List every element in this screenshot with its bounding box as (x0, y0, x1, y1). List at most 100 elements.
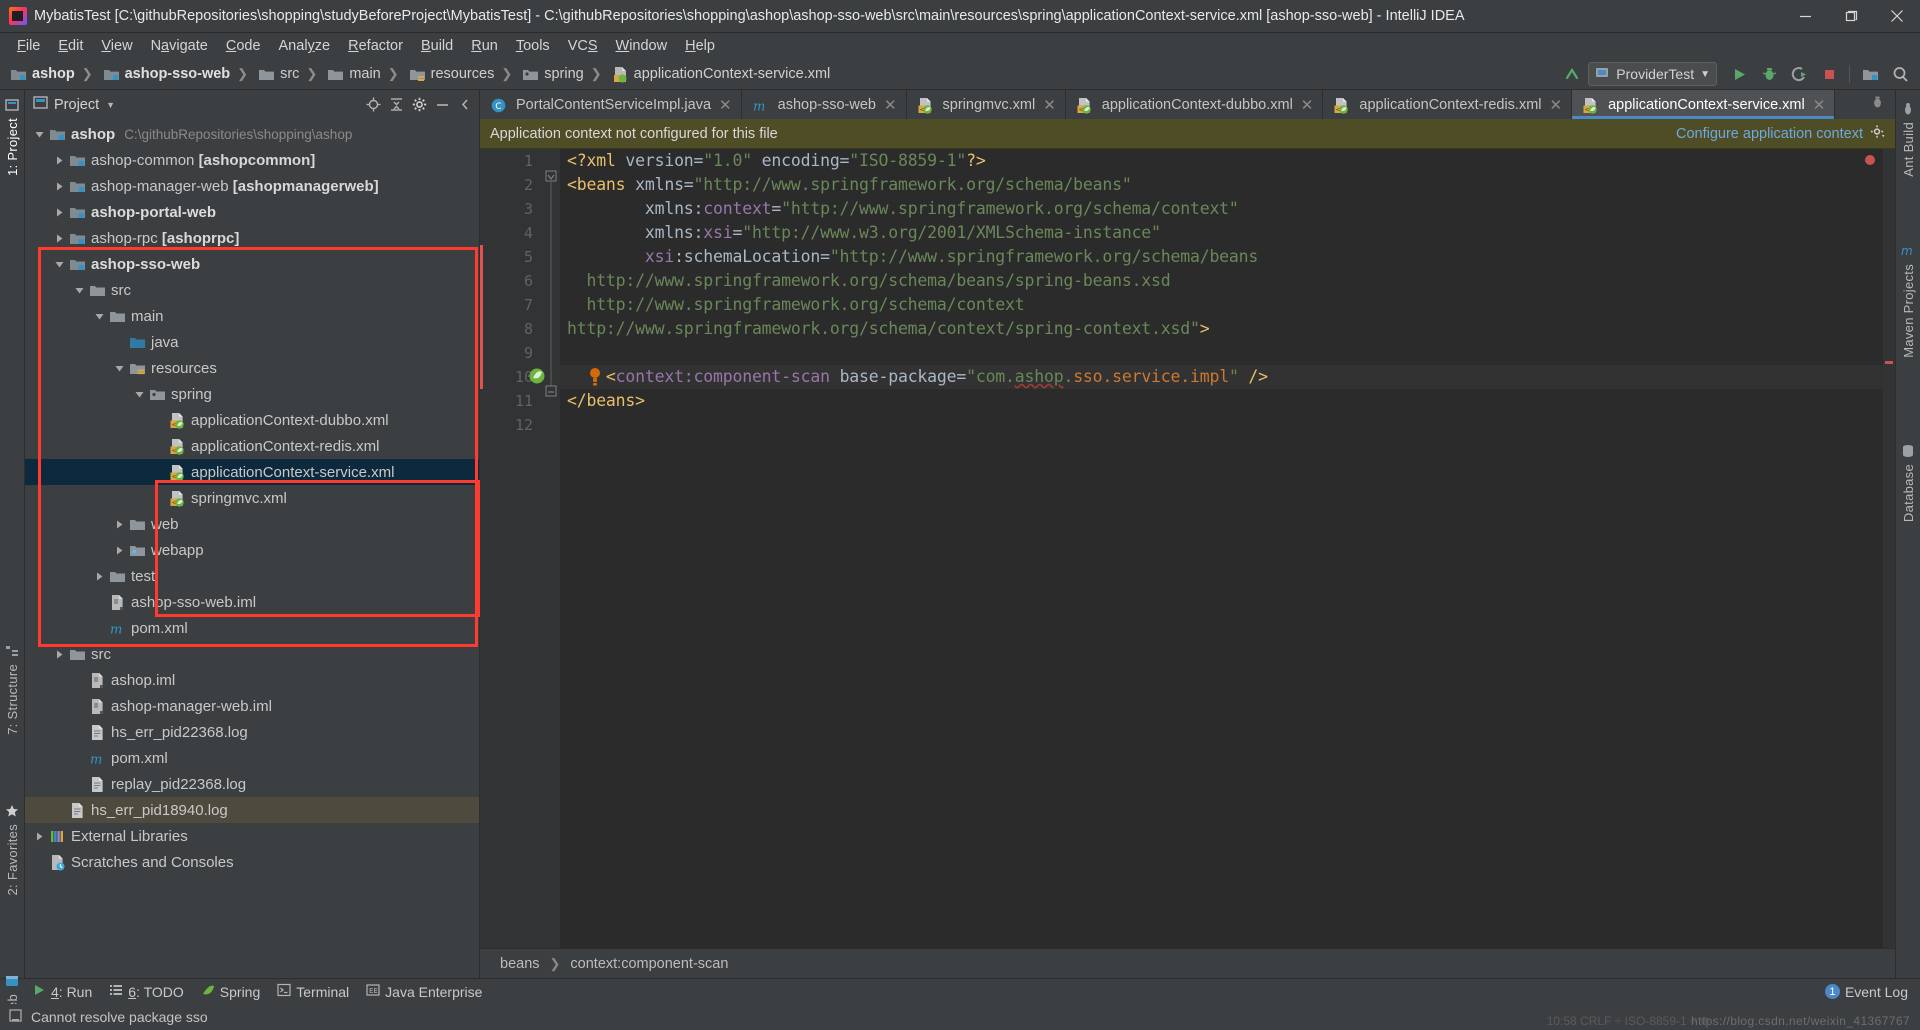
menu-window[interactable]: Window (607, 35, 677, 57)
editor-tab[interactable]: m ashop-sso-web ✕ (741, 90, 907, 119)
tree-row[interactable]: webapp (25, 537, 479, 563)
menu-build[interactable]: Build (412, 35, 462, 57)
tree-toggle-right-icon[interactable] (53, 154, 66, 167)
tree-row[interactable]: ashop-manager-web.iml (25, 693, 479, 719)
tree-toggle-down-icon[interactable] (73, 284, 86, 297)
tree-row[interactable]: ashop-rpc [ashoprpc] (25, 225, 479, 251)
close-tab-icon[interactable]: ✕ (1813, 96, 1826, 114)
breadcrumb-resources[interactable]: resources ❯ (405, 62, 519, 86)
breadcrumb-ashop[interactable]: ashop ❯ (6, 62, 99, 86)
tree-toggle-down-icon[interactable] (93, 310, 106, 323)
menu-refactor[interactable]: Refactor (339, 35, 412, 57)
tool-window-button[interactable]: Spring (197, 983, 273, 1001)
collapse-all-icon[interactable] (386, 95, 406, 115)
breadcrumb-component-scan[interactable]: context:component-scan (570, 956, 728, 972)
close-tab-icon[interactable]: ✕ (719, 96, 732, 114)
editor-tab[interactable]: <> springmvc.xml ✕ (906, 90, 1066, 119)
menu-view[interactable]: View (92, 35, 141, 57)
tree-row[interactable]: ashop-sso-web (25, 251, 479, 277)
debug-button[interactable] (1755, 61, 1783, 87)
close-tab-icon[interactable]: ✕ (1301, 96, 1314, 114)
tree-row[interactable]: spring (25, 381, 479, 407)
fold-gutter[interactable] (542, 149, 560, 948)
project-structure-button[interactable] (1856, 61, 1884, 87)
tree-row[interactable]: java (25, 329, 479, 355)
tree-toggle-right-icon[interactable] (53, 648, 66, 661)
tree-toggle-right-icon[interactable] (93, 570, 106, 583)
tree-row[interactable]: replay_pid22368.log (25, 771, 479, 797)
tree-row[interactable]: External Libraries (25, 823, 479, 849)
tree-toggle-down-icon[interactable] (33, 128, 46, 141)
update-project-icon[interactable] (1558, 61, 1586, 87)
menu-vcs[interactable]: VCS (559, 35, 607, 57)
tree-row[interactable]: ashop-manager-web [ashopmanagerweb] (25, 173, 479, 199)
inspection-bulb-icon[interactable] (588, 367, 602, 387)
tree-row[interactable]: test (25, 563, 479, 589)
run-button[interactable] (1725, 61, 1753, 87)
tool-window-button[interactable]: EE Java Enterprise (362, 983, 495, 1001)
tool-window-button[interactable]: 6: TODO (105, 983, 197, 1001)
tree-toggle-right-icon[interactable] (33, 830, 46, 843)
close-tab-icon[interactable]: ✕ (1550, 96, 1563, 114)
locate-icon[interactable] (363, 95, 383, 115)
tree-row[interactable]: ashop-common [ashopcommon] (25, 147, 479, 173)
code-text[interactable]: <?xml version="1.0" encoding="ISO-8859-1… (560, 149, 1895, 948)
tree-row[interactable]: ashop C:\githubRepositories\shopping\asho… (25, 121, 479, 147)
search-everywhere-icon[interactable] (1886, 61, 1914, 87)
event-log-button[interactable]: 1 Event Log (1824, 984, 1908, 1000)
run-configuration-selector[interactable]: ProviderTest ▼ (1588, 62, 1717, 86)
rail-item-database[interactable]: Database (1896, 440, 1920, 522)
menu-code[interactable]: Code (217, 35, 270, 57)
menu-navigate[interactable]: Navigate (142, 35, 217, 57)
settings-gear-icon[interactable] (409, 95, 429, 115)
tool-window-button[interactable]: Terminal (273, 983, 362, 1001)
tree-toggle-right-icon[interactable] (113, 544, 126, 557)
menu-edit[interactable]: Edit (49, 35, 92, 57)
debug-tab-icon[interactable] (1864, 95, 1891, 114)
breadcrumb-src[interactable]: src ❯ (254, 62, 323, 86)
tree-row[interactable]: Scratches and Consoles (25, 849, 479, 875)
breadcrumb-spring[interactable]: spring ❯ (518, 62, 607, 86)
editor-tab[interactable]: <> applicationContext-redis.xml ✕ (1323, 90, 1573, 119)
tool-window-button[interactable]: 4: Run (28, 983, 105, 1001)
tree-toggle-right-icon[interactable] (113, 518, 126, 531)
tree-toggle-right-icon[interactable] (53, 206, 66, 219)
minimize-panel-icon[interactable] (432, 95, 452, 115)
close-tab-icon[interactable]: ✕ (1043, 96, 1056, 114)
error-count-indicator[interactable] (1865, 155, 1875, 165)
tree-toggle-down-icon[interactable] (113, 362, 126, 375)
editor-tab[interactable]: <> applicationContext-dubbo.xml ✕ (1065, 90, 1324, 119)
tree-row[interactable]: src (25, 641, 479, 667)
tree-row[interactable]: hs_err_pid18940.log (25, 797, 479, 823)
stop-button[interactable] (1815, 61, 1843, 87)
editor-tab-bar[interactable]: C PortalContentServiceImpl.java ✕ m ashop-ss… (480, 90, 1895, 119)
tree-row[interactable]: ashop.iml (25, 667, 479, 693)
tree-toggle-down-icon[interactable] (133, 388, 146, 401)
tree-row[interactable]: hs_err_pid22368.log (25, 719, 479, 745)
tree-row[interactable]: ashop-sso-web.iml (25, 589, 479, 615)
tree-row[interactable]: <> applicationContext-service.xml (25, 459, 479, 485)
minimize-button[interactable] (1782, 0, 1828, 33)
maximize-button[interactable] (1828, 0, 1874, 33)
configure-application-context-link[interactable]: Configure application context (1676, 126, 1863, 142)
tree-row[interactable]: ashop-portal-web (25, 199, 479, 225)
close-tab-icon[interactable]: ✕ (884, 96, 897, 114)
breadcrumb-beans[interactable]: beans (500, 956, 540, 972)
menu-analyze[interactable]: Analyze (270, 35, 340, 57)
chevron-down-icon[interactable]: ▼ (106, 100, 115, 110)
breadcrumb-ashop-sso-web[interactable]: ashop-sso-web ❯ (99, 62, 254, 86)
tree-row[interactable]: web (25, 511, 479, 537)
hide-panel-icon[interactable] (455, 95, 475, 115)
tree-toggle-down-icon[interactable] (53, 258, 66, 271)
editor-tab[interactable]: C PortalContentServiceImpl.java ✕ (480, 90, 742, 119)
spring-bean-gutter-icon[interactable] (528, 367, 546, 385)
menu-run[interactable]: Run (462, 35, 507, 57)
tree-row[interactable]: m pom.xml (25, 615, 479, 641)
tree-row[interactable]: resources (25, 355, 479, 381)
breadcrumb-file[interactable]: applicationContext-service.xml (608, 62, 837, 86)
rail-item-favorites[interactable]: 2: Favorites (0, 800, 25, 896)
close-button[interactable] (1874, 0, 1920, 33)
editor-tab[interactable]: <> applicationContext-service.xml ✕ (1572, 90, 1836, 119)
tree-row[interactable]: <> springmvc.xml (25, 485, 479, 511)
gear-icon[interactable] (1870, 124, 1885, 143)
